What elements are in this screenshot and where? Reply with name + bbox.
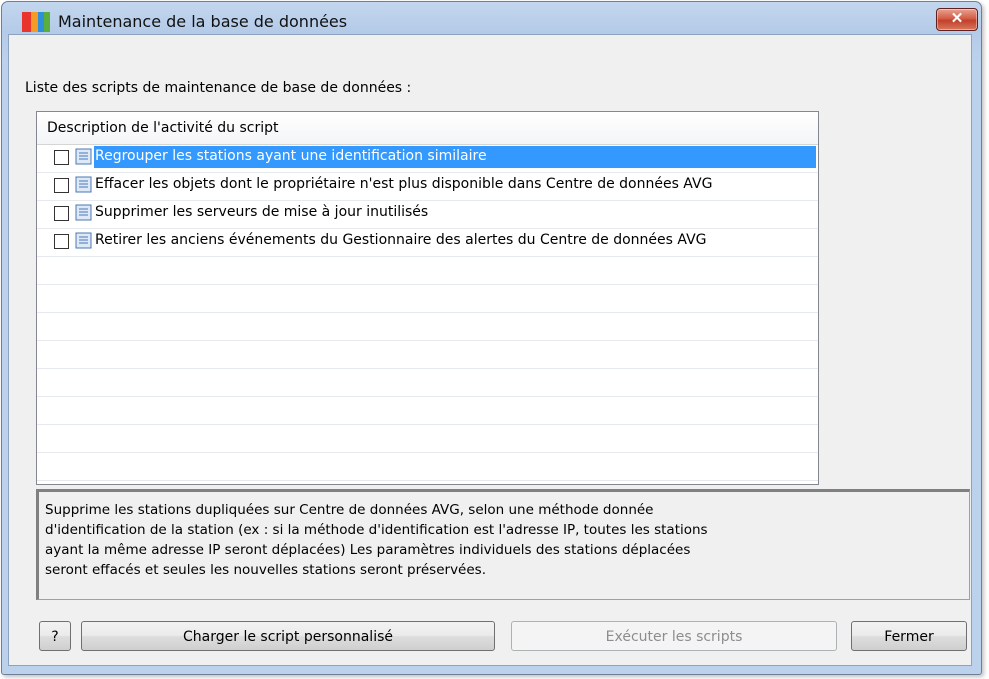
script-description-text: Supprime les stations dupliquées sur Cen… xyxy=(45,500,925,580)
avg-app-icon xyxy=(22,12,50,32)
empty-row xyxy=(37,397,818,425)
script-description-box: Supprime les stations dupliquées sur Cen… xyxy=(36,489,970,600)
close-icon: ✕ xyxy=(950,10,964,27)
window-title: Maintenance de la base de données xyxy=(58,12,348,31)
script-icon xyxy=(75,148,92,165)
script-checkbox[interactable] xyxy=(54,178,69,193)
script-checkbox[interactable] xyxy=(54,150,69,165)
list-item-label: Supprimer les serveurs de mise à jour in… xyxy=(95,204,429,220)
empty-row xyxy=(37,425,818,453)
description-line: seront effacés et seules les nouvelles s… xyxy=(45,562,486,578)
list-item[interactable]: Effacer les objets dont le propriétaire … xyxy=(37,173,818,201)
list-item[interactable]: Regrouper les stations ayant une identif… xyxy=(37,145,818,173)
empty-row xyxy=(37,313,818,341)
list-item[interactable]: Retirer les anciens événements du Gestio… xyxy=(37,229,818,257)
column-header-label: Description de l'activité du script xyxy=(47,120,279,136)
help-button[interactable]: ? xyxy=(39,621,71,651)
description-line: d'identification de la station (ex : si … xyxy=(45,522,708,538)
run-scripts-button[interactable]: Exécuter les scripts xyxy=(511,621,837,651)
description-line: ayant la même adresse IP seront déplacée… xyxy=(45,542,691,558)
close-button[interactable]: Fermer xyxy=(851,621,967,651)
script-checkbox[interactable] xyxy=(54,206,69,221)
list-item-label: Effacer les objets dont le propriétaire … xyxy=(95,176,713,192)
empty-row xyxy=(37,369,818,397)
column-header[interactable]: Description de l'activité du script xyxy=(37,112,818,145)
script-checkbox[interactable] xyxy=(54,234,69,249)
empty-row xyxy=(37,285,818,313)
description-line: Supprime les stations dupliquées sur Cen… xyxy=(45,502,654,518)
script-icon xyxy=(75,176,92,193)
empty-row xyxy=(37,453,818,481)
list-item[interactable]: Supprimer les serveurs de mise à jour in… xyxy=(37,201,818,229)
title-bar[interactable]: Maintenance de la base de données ✕ xyxy=(2,2,981,36)
list-item-label: Regrouper les stations ayant une identif… xyxy=(95,148,487,164)
script-icon xyxy=(75,232,92,249)
window-close-button[interactable]: ✕ xyxy=(936,8,978,31)
load-custom-script-button[interactable]: Charger le script personnalisé xyxy=(81,621,495,651)
script-icon xyxy=(75,204,92,221)
scripts-list-label: Liste des scripts de maintenance de base… xyxy=(25,80,412,96)
empty-row xyxy=(37,341,818,369)
list-item-label: Retirer les anciens événements du Gestio… xyxy=(95,232,707,248)
scripts-listview[interactable]: Description de l'activité du script Regr… xyxy=(36,111,819,485)
empty-row xyxy=(37,257,818,285)
